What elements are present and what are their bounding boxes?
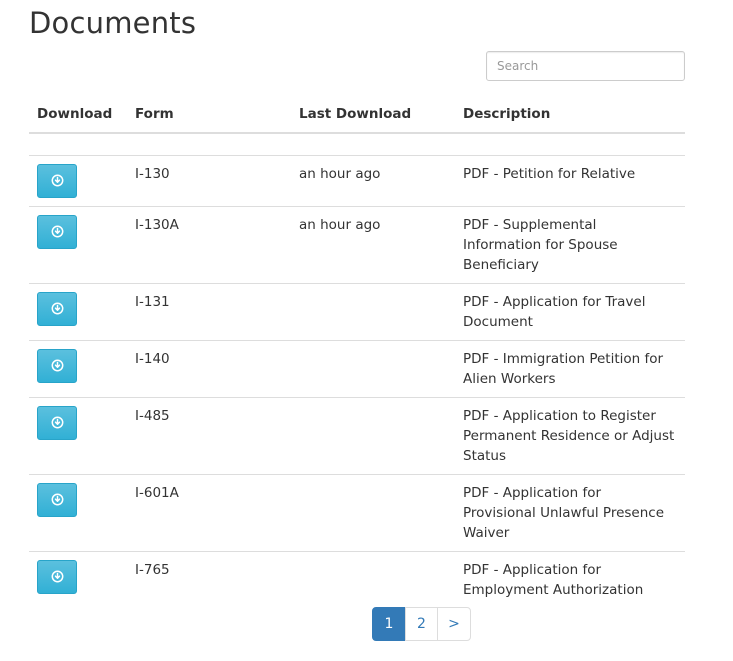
search-input[interactable]: [486, 51, 685, 81]
table-header-row: Download Form Last Download Description: [29, 94, 685, 134]
description-cell: PDF - Application for Travel Document: [455, 282, 685, 340]
column-header-description[interactable]: Description: [455, 94, 685, 134]
description-cell: PDF - Application to Register Permanent …: [455, 396, 685, 474]
description-cell: PDF - Immigration Petition for Alien Wor…: [455, 339, 685, 397]
pagination: 1 2 >: [372, 607, 471, 641]
last-download-cell: an hour ago: [291, 205, 455, 283]
description-cell: PDF - Application for Provisional Unlawf…: [455, 473, 685, 551]
table-row: I-130A an hour ago PDF - Supplemental In…: [29, 205, 685, 283]
table-row: I-131 PDF - Application for Travel Docum…: [29, 282, 685, 340]
next-page-link[interactable]: >: [437, 607, 471, 641]
table-row: I-130 an hour ago PDF - Petition for Rel…: [29, 154, 685, 206]
download-button[interactable]: [37, 405, 77, 440]
description-cell: PDF - Petition for Relative: [455, 154, 685, 206]
column-header-form[interactable]: Form: [127, 94, 291, 134]
download-cell: [29, 282, 127, 340]
column-header-download[interactable]: Download: [29, 94, 127, 134]
filter-row: [29, 133, 685, 155]
table-row: I-601A PDF - Application for Provisional…: [29, 473, 685, 551]
form-cell: I-485: [127, 396, 291, 474]
download-cell: [29, 473, 127, 551]
form-cell: I-130: [127, 154, 291, 206]
download-circle-icon: [51, 359, 63, 372]
form-cell: I-130A: [127, 205, 291, 283]
page-link-2[interactable]: 2: [405, 607, 438, 641]
download-button[interactable]: [37, 291, 77, 326]
download-button[interactable]: [37, 348, 77, 383]
last-download-cell: an hour ago: [291, 154, 455, 206]
documents-table: Download Form Last Download Description: [29, 94, 685, 608]
download-circle-icon: [51, 416, 63, 429]
download-circle-icon: [51, 225, 63, 238]
last-download-cell: [291, 550, 455, 608]
download-cell: [29, 396, 127, 474]
download-button[interactable]: [37, 163, 77, 198]
download-circle-icon: [51, 302, 63, 315]
last-download-cell: [291, 396, 455, 474]
download-cell: [29, 154, 127, 206]
download-button[interactable]: [37, 214, 77, 249]
form-cell: I-601A: [127, 473, 291, 551]
download-circle-icon: [51, 493, 63, 506]
column-header-last-download[interactable]: Last Download: [291, 94, 455, 134]
form-cell: I-131: [127, 282, 291, 340]
table-row: I-765 PDF - Application for Employment A…: [29, 550, 685, 608]
documents-table-wrapper: Download Form Last Download Description: [29, 94, 685, 608]
download-cell: [29, 339, 127, 397]
last-download-cell: [291, 339, 455, 397]
table-header: Download Form Last Download Description: [29, 94, 685, 134]
form-cell: I-765: [127, 550, 291, 608]
form-cell: I-140: [127, 339, 291, 397]
download-circle-icon: [51, 570, 63, 583]
documents-page: Documents Download Form Last Download De…: [0, 0, 733, 661]
download-button[interactable]: [37, 559, 77, 594]
description-cell: PDF - Application for Employment Authori…: [455, 550, 685, 608]
table-body: I-130 an hour ago PDF - Petition for Rel…: [29, 133, 685, 608]
table-row: I-140 PDF - Immigration Petition for Ali…: [29, 339, 685, 397]
page-title: Documents: [29, 6, 197, 40]
download-cell: [29, 550, 127, 608]
page-link-1[interactable]: 1: [372, 607, 406, 641]
last-download-cell: [291, 282, 455, 340]
download-button[interactable]: [37, 482, 77, 517]
filter-row-cell: [29, 133, 685, 155]
last-download-cell: [291, 473, 455, 551]
download-circle-icon: [51, 174, 63, 187]
download-cell: [29, 205, 127, 283]
table-row: I-485 PDF - Application to Register Perm…: [29, 396, 685, 474]
description-cell: PDF - Supplemental Information for Spous…: [455, 205, 685, 283]
